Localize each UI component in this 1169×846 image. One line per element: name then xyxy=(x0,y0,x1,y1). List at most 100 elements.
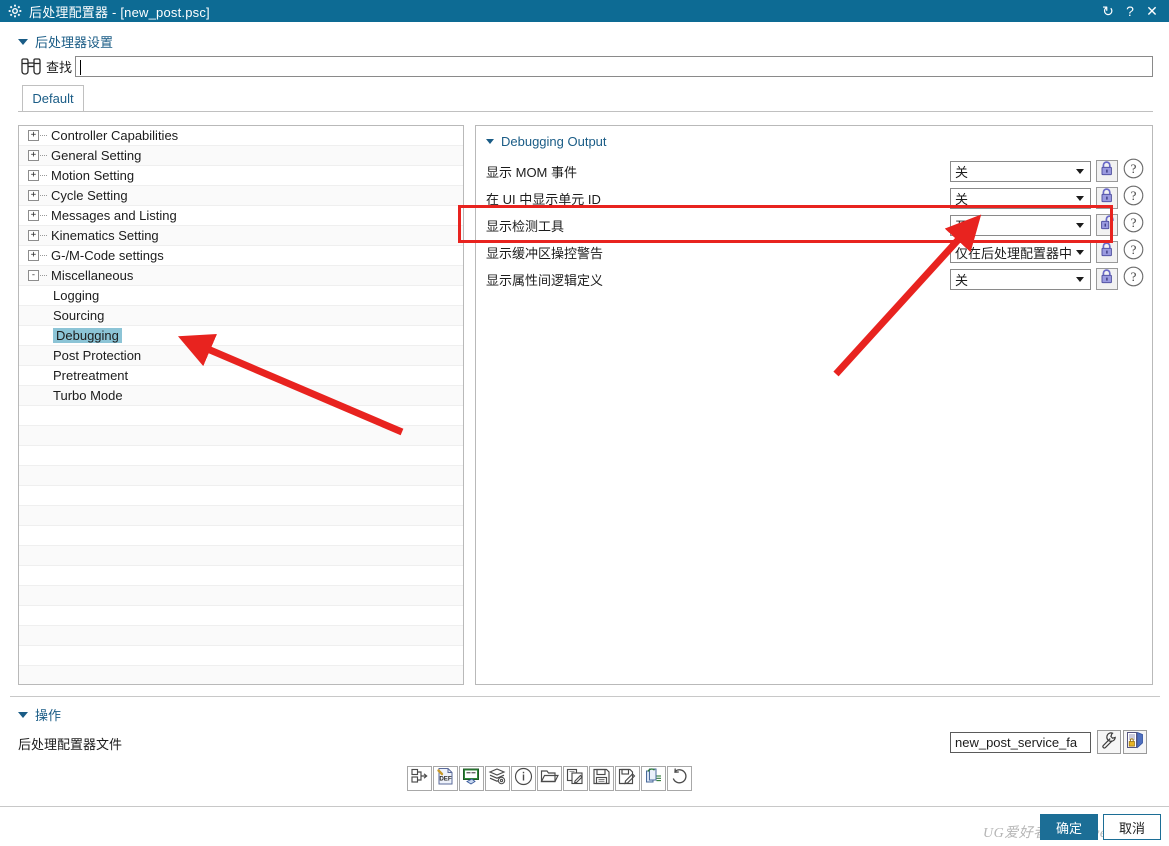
layers-settings-icon xyxy=(488,767,507,791)
operations-header[interactable]: 操作 xyxy=(18,705,61,724)
tree-item[interactable]: + Motion Setting xyxy=(19,166,463,186)
tree-item[interactable]: Logging xyxy=(19,286,463,307)
lock-closed-button[interactable] xyxy=(1096,160,1118,182)
tree-expander-toggle[interactable]: + xyxy=(28,210,39,221)
toolbar-button-copy-edit[interactable] xyxy=(563,766,588,791)
footer-divider xyxy=(0,806,1169,807)
tree-expander-toggle[interactable]: + xyxy=(28,150,39,161)
tree-item[interactable]: Sourcing xyxy=(19,306,463,327)
tree-item[interactable]: Pretreatment xyxy=(19,366,463,387)
svg-text:DEF: DEF xyxy=(439,775,452,782)
lock-open-icon xyxy=(1100,215,1114,235)
tab-default[interactable]: Default xyxy=(22,85,84,111)
tree-connector xyxy=(40,275,47,276)
lock-closed-button[interactable] xyxy=(1096,268,1118,290)
cancel-button[interactable]: 取消 xyxy=(1103,814,1161,840)
tree-expander-toggle[interactable]: + xyxy=(28,130,39,141)
toolbar-button-save[interactable] xyxy=(589,766,614,791)
svg-text:?: ? xyxy=(1130,215,1136,230)
title-bar: 后处理配置器 - [new_post.psc] ↻ ? ✕ xyxy=(0,0,1169,22)
toolbar-button-export-definition[interactable] xyxy=(407,766,432,791)
tree-item-label: Cycle Setting xyxy=(51,188,128,203)
lock-closed-button[interactable] xyxy=(1096,241,1118,263)
toolbar-button-undo[interactable] xyxy=(667,766,692,791)
post-settings-header[interactable]: 后处理器设置 xyxy=(18,32,113,51)
question-mark-icon: ? xyxy=(1123,239,1144,265)
post-settings-header-label: 后处理器设置 xyxy=(35,35,114,50)
tree-connector xyxy=(40,215,47,216)
tree-empty-row xyxy=(19,506,463,526)
debugging-output-group-header[interactable]: Debugging Output xyxy=(486,134,607,149)
toolbar-button-save-as-edit[interactable] xyxy=(615,766,640,791)
tree-item[interactable]: Post Protection xyxy=(19,346,463,367)
refresh-icon[interactable]: ↻ xyxy=(1097,1,1119,21)
tree-empty-row xyxy=(19,646,463,666)
toolbar-button-def-file[interactable]: DEF xyxy=(433,766,458,791)
toolbar-button-screen-edit[interactable] xyxy=(459,766,484,791)
tree-item[interactable]: + Messages and Listing xyxy=(19,206,463,226)
wrench-icon-button[interactable] xyxy=(1097,730,1121,754)
help-button[interactable]: ? xyxy=(1122,266,1144,290)
duplicate-list-icon xyxy=(644,767,663,791)
post-file-select[interactable]: new_post_service_fa xyxy=(950,732,1091,753)
lock-open-button[interactable] xyxy=(1096,214,1118,236)
tree-expander-toggle[interactable]: - xyxy=(28,270,39,281)
tree-expander-toggle[interactable]: + xyxy=(28,230,39,241)
wrench-icon xyxy=(1100,731,1118,754)
tree-expander-toggle[interactable]: + xyxy=(28,250,39,261)
setting-value-select[interactable]: 关 xyxy=(950,268,1091,290)
setting-label: 显示检测工具 xyxy=(486,218,565,234)
toolbar-button-open-folder[interactable] xyxy=(537,766,562,791)
tree-empty-row xyxy=(19,406,463,426)
tree-expander-toggle[interactable]: + xyxy=(28,170,39,181)
setting-value-select[interactable]: 关 xyxy=(950,160,1091,182)
lock-closed-button[interactable] xyxy=(1096,187,1118,209)
help-button[interactable]: ? xyxy=(1122,185,1144,209)
help-button[interactable]: ? xyxy=(1122,158,1144,184)
toolbar-button-info[interactable] xyxy=(511,766,536,791)
operations-subtitle: 后处理配置器文件 xyxy=(18,737,123,752)
tree-item-label: Post Protection xyxy=(53,348,142,363)
settings-tree: + Controller Capabilities + General Setting… xyxy=(19,126,463,684)
tree-connector xyxy=(40,255,47,256)
tree-item-label: Sourcing xyxy=(53,308,105,323)
tree-item[interactable]: + Kinematics Setting xyxy=(19,226,463,246)
security-settings-button[interactable] xyxy=(1123,730,1147,754)
tree-item[interactable]: + General Setting xyxy=(19,146,463,166)
setting-value-select[interactable]: 仅在后处理配置器中 xyxy=(950,241,1091,263)
toolbar-button-duplicate-list[interactable] xyxy=(641,766,666,791)
tree-expander-toggle[interactable]: + xyxy=(28,190,39,201)
operations-header-label: 操作 xyxy=(35,708,62,723)
undo-icon xyxy=(670,767,689,791)
tree-connector xyxy=(40,155,47,156)
tree-item[interactable]: + G-/M-Code settings xyxy=(19,246,463,266)
search-input[interactable] xyxy=(75,56,1153,77)
toolbar-button-layers-settings[interactable] xyxy=(485,766,510,791)
setting-label: 显示 MOM 事件 xyxy=(486,164,577,180)
question-mark-icon: ? xyxy=(1123,158,1144,184)
tree-item-label: Motion Setting xyxy=(51,168,135,183)
tree-item-label: Miscellaneous xyxy=(51,268,134,283)
tree-item[interactable]: Debugging xyxy=(19,326,463,347)
tree-item[interactable]: Turbo Mode xyxy=(19,386,463,407)
chevron-down-icon xyxy=(1076,249,1084,255)
svg-text:?: ? xyxy=(1130,242,1136,257)
debugging-output-label: Debugging Output xyxy=(501,134,607,149)
ok-button-label: 确定 xyxy=(1055,820,1082,836)
setting-value-select[interactable]: 开 xyxy=(950,214,1091,236)
gear-icon xyxy=(8,4,22,18)
settings-tree-panel[interactable]: + Controller Capabilities + General Setting… xyxy=(18,125,464,685)
tree-item[interactable]: - Miscellaneous xyxy=(19,266,463,286)
ok-button[interactable]: 确定 xyxy=(1040,814,1098,840)
setting-value: 关 xyxy=(955,164,969,180)
help-button[interactable]: ? xyxy=(1122,212,1144,236)
tree-item-label: Logging xyxy=(53,288,100,303)
tree-connector xyxy=(40,195,47,196)
close-icon[interactable]: ✕ xyxy=(1141,1,1163,21)
help-button[interactable]: ? xyxy=(1122,239,1144,265)
tree-empty-row xyxy=(19,426,463,446)
help-icon[interactable]: ? xyxy=(1119,1,1141,21)
tree-item[interactable]: + Controller Capabilities xyxy=(19,126,463,146)
tree-item[interactable]: + Cycle Setting xyxy=(19,186,463,206)
setting-value-select[interactable]: 关 xyxy=(950,187,1091,209)
